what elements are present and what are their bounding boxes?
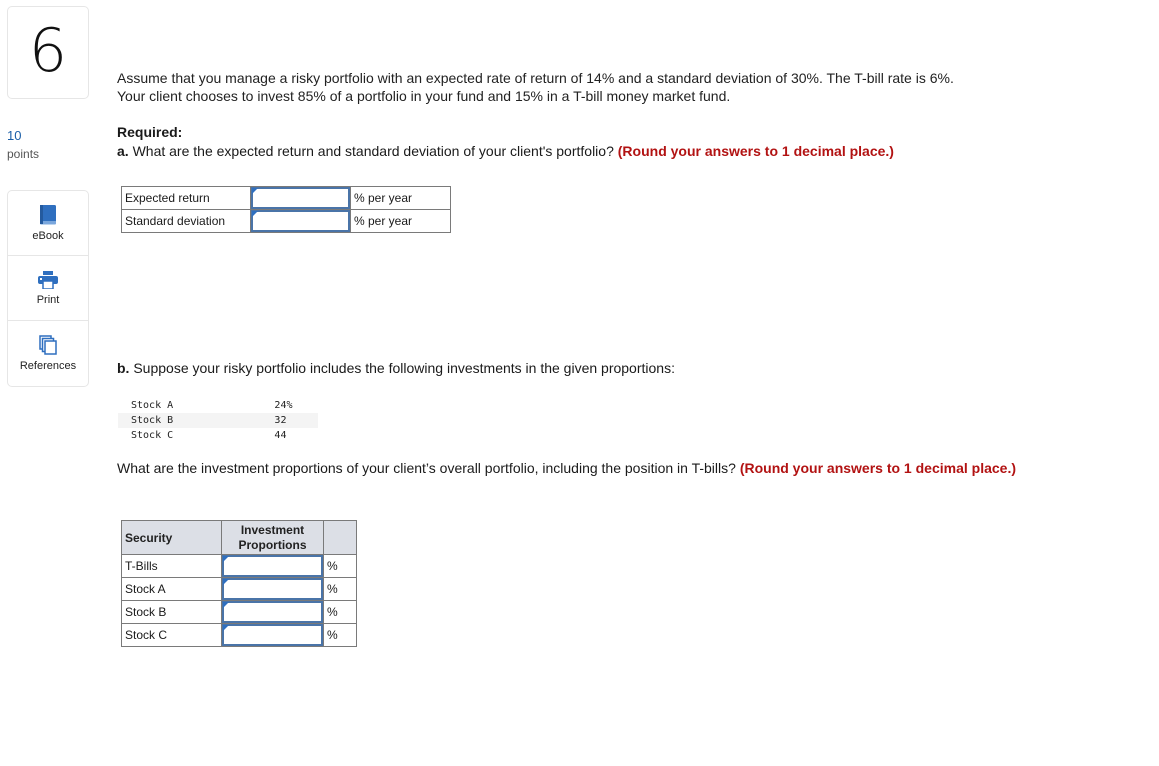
stock-b-proportion-input[interactable]: [222, 601, 323, 623]
table-header-row: Security Investment Proportions: [121, 520, 357, 555]
part-b-instruction: (Round your answers to 1 decimal place.): [739, 460, 1016, 476]
standard-deviation-input[interactable]: [251, 210, 350, 232]
points-label: points: [7, 147, 40, 161]
tbills-proportion-input[interactable]: [222, 555, 323, 577]
references-label: References: [19, 360, 77, 372]
required-heading: Required:: [117, 124, 183, 140]
part-a-answer-table: Expected return % per year Standard devi…: [121, 186, 451, 233]
standard-deviation-unit: % per year: [350, 209, 451, 233]
input-flag-icon: [252, 188, 258, 194]
proportions-header-line-1: Investment: [240, 522, 305, 537]
proportions-header-line-2: Proportions: [238, 537, 307, 552]
tbills-cell: [221, 554, 324, 578]
unit-label: %: [323, 554, 357, 578]
stock-c-proportion-input[interactable]: [222, 624, 323, 646]
table-row: Stock A %: [121, 577, 357, 601]
part-b-followup-text: What are the investment proportions of y…: [117, 460, 740, 476]
input-flag-icon: [252, 211, 258, 217]
references-button[interactable]: References: [8, 321, 88, 386]
table-row: T-Bills %: [121, 554, 357, 578]
expected-return-unit: % per year: [350, 186, 451, 210]
holding-value: 32: [186, 413, 318, 428]
stock-c-cell: [221, 623, 324, 647]
part-a-question: a. What are the expected return and stan…: [117, 143, 894, 159]
question-number-card: 6: [7, 6, 89, 99]
points-value: 10: [7, 128, 22, 143]
expected-return-cell: [250, 186, 351, 210]
intro-line-1: Assume that you manage a risky portfolio…: [117, 70, 954, 86]
part-b-question: b. Suppose your risky portfolio includes…: [117, 360, 675, 376]
holding-name: Stock B: [118, 413, 187, 428]
stock-a-proportion-input[interactable]: [222, 578, 323, 600]
expected-return-label: Expected return: [121, 186, 251, 210]
input-flag-icon: [223, 602, 229, 608]
part-b-lead: b.: [117, 360, 130, 376]
security-name: Stock B: [121, 600, 222, 624]
security-name: Stock A: [121, 577, 222, 601]
proportions-header: Investment Proportions: [221, 520, 324, 555]
table-row: Standard deviation % per year: [121, 209, 451, 233]
part-b-answer-table: Security Investment Proportions T-Bills …: [121, 520, 357, 647]
expected-return-input[interactable]: [251, 187, 350, 209]
holding-row: Stock A 24%: [118, 398, 318, 413]
print-label: Print: [36, 293, 60, 306]
references-icon: [39, 335, 57, 355]
standard-deviation-label: Standard deviation: [121, 209, 251, 233]
holding-row: Stock C 44: [118, 428, 318, 443]
input-flag-icon: [223, 556, 229, 562]
security-header: Security: [121, 520, 222, 555]
question-number: 6: [28, 15, 68, 86]
book-icon: [39, 204, 57, 225]
unit-label: %: [323, 577, 357, 601]
ebook-label: eBook: [32, 229, 64, 242]
points-indicator: 10 points: [7, 127, 39, 163]
part-a-lead: a.: [117, 143, 129, 159]
holding-value: 24%: [274, 400, 293, 411]
standard-deviation-cell: [250, 209, 351, 233]
table-row: Stock B %: [121, 600, 357, 624]
printer-icon: [38, 270, 58, 289]
input-flag-icon: [223, 579, 229, 585]
part-b-followup: What are the investment proportions of y…: [117, 459, 1017, 477]
intro-line-2: Your client chooses to invest 85% of a p…: [117, 88, 731, 104]
part-a-text: What are the expected return and standar…: [128, 143, 618, 159]
question-intro: Assume that you manage a risky portfolio…: [117, 69, 1117, 105]
input-flag-icon: [223, 625, 229, 631]
table-row: Stock C %: [121, 623, 357, 647]
unit-label: %: [323, 623, 357, 647]
part-b-text: Suppose your risky portfolio includes th…: [129, 360, 675, 376]
risky-portfolio-holdings: Stock A 24% Stock B 32 Stock C 44: [118, 398, 318, 443]
holding-row: Stock B 32: [118, 413, 318, 428]
tools-panel: eBook Print References: [7, 190, 89, 387]
security-name: Stock C: [121, 623, 222, 647]
print-button[interactable]: Print: [8, 256, 88, 321]
holding-name: Stock A: [131, 400, 174, 411]
security-name: T-Bills: [121, 554, 222, 578]
ebook-button[interactable]: eBook: [8, 191, 88, 256]
stock-a-cell: [221, 577, 324, 601]
unit-label: %: [323, 600, 357, 624]
unit-header: [323, 520, 357, 555]
holding-name: Stock C: [131, 430, 174, 441]
part-a-instruction: (Round your answers to 1 decimal place.): [617, 143, 894, 159]
table-row: Expected return % per year: [121, 186, 451, 210]
stock-b-cell: [221, 600, 324, 624]
holding-value: 44: [274, 430, 287, 441]
